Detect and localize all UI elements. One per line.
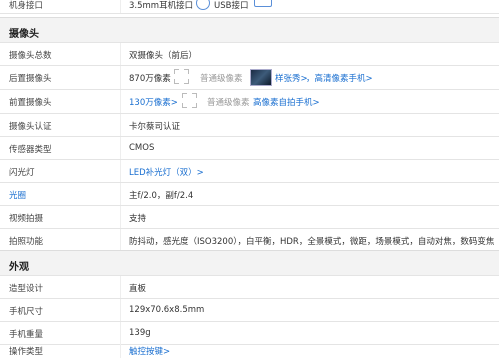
spec-row: 摄像头总数 双摄像头（前后） bbox=[0, 43, 499, 66]
spec-value: 3.5mm耳机接口 bbox=[129, 1, 194, 11]
spec-row: 传感器类型 CMOS bbox=[0, 137, 499, 160]
spec-value: 主f/2.0，副f/2.4 bbox=[129, 191, 194, 201]
spec-label: 闪光灯 bbox=[9, 168, 35, 178]
spec-value: 支持 bbox=[129, 214, 147, 224]
spec-value: 防抖动，感光度（ISO3200），白平衡，HDR，全景模式，微距，场景模式，自动… bbox=[129, 237, 495, 247]
spec-label: 手机尺寸 bbox=[9, 307, 44, 317]
section-camera: 摄像头 bbox=[0, 17, 499, 43]
spec-value: CMOS bbox=[129, 143, 155, 153]
spec-label: 摄像头认证 bbox=[9, 122, 52, 132]
spec-row: 操作类型 触控按键> bbox=[0, 341, 499, 358]
spec-label: 操作类型 bbox=[9, 347, 44, 357]
spec-row: 拍照功能 防抖动，感光度（ISO3200），白平衡，HDR，全景模式，微距，场景… bbox=[0, 229, 499, 252]
spec-label: 造型设计 bbox=[9, 284, 44, 294]
hd-phone-link[interactable]: ，高清像素手机> bbox=[306, 72, 373, 84]
aperture-label-link[interactable]: 光圈 bbox=[9, 189, 26, 201]
spec-row-front-camera: 前置摄像头 130万像素> 普通级像素 高像素自拍手机> bbox=[0, 90, 499, 114]
pixel-level-icon bbox=[182, 93, 197, 108]
section-title: 摄像头 bbox=[9, 29, 39, 40]
spec-label: 后置摄像头 bbox=[9, 74, 52, 84]
spec-label: 手机重量 bbox=[9, 330, 44, 340]
spec-label: 传感器类型 bbox=[9, 145, 52, 155]
usb-port-icon bbox=[254, 0, 272, 7]
sample-photos-link[interactable]: 样张秀> bbox=[275, 72, 308, 84]
spec-row: 造型设计 直板 bbox=[0, 276, 499, 299]
sample-photo-thumbnail[interactable] bbox=[250, 69, 272, 86]
spec-row: 摄像头认证 卡尔蔡司认证 bbox=[0, 114, 499, 137]
spec-value: 直板 bbox=[129, 284, 147, 294]
spec-row-rear-camera: 后置摄像头 870万像素 普通级像素 样张秀> ，高清像素手机> bbox=[0, 66, 499, 90]
spec-row: 视频拍摄 支持 bbox=[0, 206, 499, 229]
spec-label: 前置摄像头 bbox=[9, 98, 52, 108]
spec-label: 摄像头总数 bbox=[9, 51, 52, 61]
pixel-level-label: 普通级像素 bbox=[200, 74, 243, 84]
headphone-jack-icon bbox=[196, 0, 210, 10]
spec-value: 139g bbox=[129, 328, 151, 338]
section-appearance: 外观 bbox=[0, 250, 499, 276]
spec-label: 机身接口 bbox=[9, 1, 44, 11]
selfie-phone-link[interactable]: 高像素自拍手机> bbox=[253, 96, 320, 108]
spec-value: 870万像素 bbox=[129, 74, 171, 84]
spec-label: 拍照功能 bbox=[9, 237, 44, 247]
pixel-level-icon bbox=[174, 69, 189, 84]
spec-row: 闪光灯 LED补光灯（双）> bbox=[0, 160, 499, 183]
spec-value: 双摄像头（前后） bbox=[129, 51, 198, 61]
usb-label: USB接口 bbox=[214, 1, 249, 11]
spec-value: 卡尔蔡司认证 bbox=[129, 122, 181, 132]
pixel-level-label: 普通级像素 bbox=[207, 98, 250, 108]
spec-row-interface: 机身接口 3.5mm耳机接口 USB接口 bbox=[0, 0, 499, 14]
spec-row: 手机尺寸 129x70.6x8.5mm bbox=[0, 299, 499, 322]
spec-value: 129x70.6x8.5mm bbox=[129, 305, 205, 315]
spec-label: 视频拍摄 bbox=[9, 214, 44, 224]
flash-link[interactable]: LED补光灯（双）> bbox=[129, 166, 204, 178]
section-title: 外观 bbox=[9, 262, 29, 273]
front-camera-link[interactable]: 130万像素> bbox=[129, 96, 178, 108]
spec-row: 光圈 主f/2.0，副f/2.4 bbox=[0, 183, 499, 206]
control-type-link[interactable]: 触控按键> bbox=[129, 345, 170, 357]
